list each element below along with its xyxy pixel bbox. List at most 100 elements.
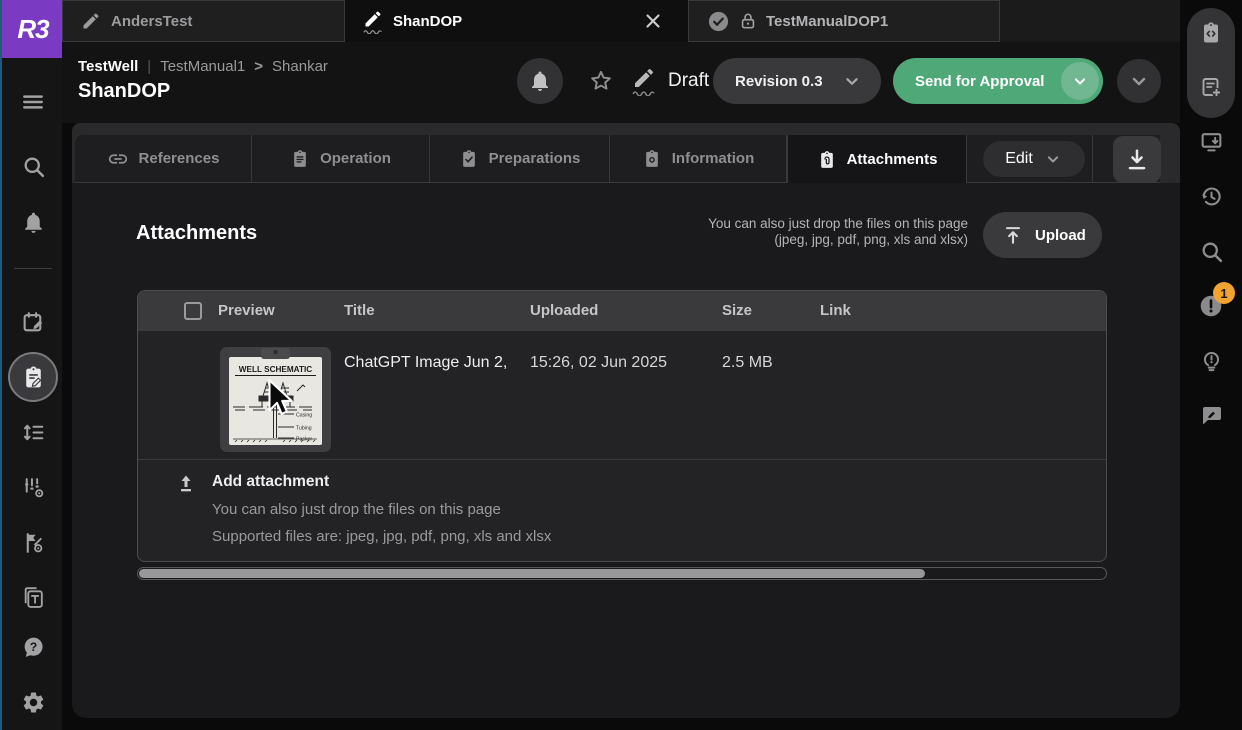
pencil-draft-icon (363, 9, 383, 34)
sidebar-activity-list-button[interactable] (19, 418, 47, 446)
issues-badge: 1 (1213, 282, 1235, 304)
hamburger-icon (20, 89, 46, 115)
code-view-button[interactable] (1187, 13, 1235, 53)
export-button[interactable] (1187, 121, 1235, 161)
form-plus-icon (1199, 75, 1223, 99)
page-title: ShanDOP (78, 80, 170, 103)
add-attachment-title: Add attachment (212, 473, 329, 491)
lock-icon (738, 11, 758, 31)
sidebar-help-button[interactable] (19, 633, 47, 661)
search-icon (21, 154, 46, 179)
close-icon[interactable] (642, 10, 664, 32)
add-attachment-hint2: Supported files are: jpeg, jpg, pdf, png… (212, 528, 551, 545)
sidebar-templates-button[interactable] (19, 583, 47, 611)
left-sidebar: R3 (0, 0, 62, 730)
breadcrumb-separator: | (147, 58, 151, 75)
doc-tab-shandop[interactable]: ShanDOP (345, 0, 690, 42)
clipboard-gear-icon (642, 149, 662, 169)
attachments-table: Preview Title Uploaded Size Link WELL SC… (137, 290, 1107, 562)
upload-label: Upload (1035, 227, 1086, 244)
app-logo[interactable]: R3 (2, 0, 64, 58)
sidebar-parameters-button[interactable] (19, 473, 47, 501)
upload-tray-icon (174, 472, 198, 496)
right-sidebar: 1 (1180, 0, 1242, 730)
scrollbar-thumb[interactable] (139, 569, 925, 578)
thumbnail-label-tubing: Tubing (296, 426, 312, 432)
breadcrumb: TestWell | TestManual1 > Shankar (78, 58, 328, 75)
panel-search-button[interactable] (1187, 231, 1235, 271)
sidebar-notifications-button[interactable] (19, 208, 47, 236)
tab-information[interactable]: Information (610, 135, 787, 183)
col-preview: Preview (218, 291, 275, 331)
help-icon (21, 635, 46, 660)
check-circle-icon (707, 10, 730, 33)
horizontal-scrollbar[interactable] (137, 567, 1107, 580)
breadcrumb-current[interactable]: Shankar (272, 58, 328, 75)
drop-hint-line2: (jpeg, jpg, pdf, png, xls and xlsx) (472, 232, 968, 248)
clipboard-code-icon (1199, 21, 1223, 45)
clipboard-lines-icon (290, 149, 310, 169)
link-icon (107, 148, 129, 170)
chevron-down-icon (841, 70, 863, 92)
drop-hint: You can also just drop the files on this… (472, 216, 968, 248)
chevron-down-icon (1070, 71, 1090, 91)
attachment-thumbnail[interactable]: WELL SCHEMATIC Casing Tubing Packer (219, 346, 332, 453)
breadcrumb-parent[interactable]: TestManual1 (160, 58, 245, 75)
doc-tab-label: AndersTest (111, 13, 192, 30)
app-window: ? R3 Ande (0, 0, 1242, 730)
doc-tab-testmanualdop1[interactable]: TestManualDOP1 (688, 0, 1000, 42)
select-all-checkbox[interactable] (184, 302, 202, 320)
sidebar-settings-button[interactable] (19, 688, 47, 716)
col-link: Link (820, 291, 851, 331)
history-button[interactable] (1187, 176, 1235, 216)
history-icon (1199, 184, 1224, 209)
revision-dropdown[interactable]: Revision 0.3 (713, 58, 881, 104)
doc-tab-label: TestManualDOP1 (766, 13, 888, 30)
chevron-down-icon (1127, 69, 1151, 93)
cell-title[interactable]: ChatGPT Image Jun 2, (344, 354, 520, 372)
sidebar-procedures-button-active[interactable] (8, 352, 58, 402)
approve-dropdown-toggle[interactable] (1061, 62, 1099, 100)
send-for-approval-button[interactable]: Send for Approval (893, 58, 1103, 104)
collapse-header-button[interactable] (1117, 59, 1161, 103)
menu-button[interactable] (19, 88, 47, 116)
col-title: Title (344, 291, 375, 331)
tab-label: References (139, 150, 220, 167)
tab-preparations[interactable]: Preparations (430, 135, 610, 183)
tools-gear-icon (21, 530, 46, 555)
breadcrumb-root[interactable]: TestWell (78, 58, 138, 75)
lightbulb-icon (1199, 348, 1224, 373)
status-label: Draft (668, 70, 709, 92)
gear-icon (21, 690, 46, 715)
thumbnail-label-casing: Casing (296, 413, 312, 419)
document-edit-icon (21, 365, 46, 390)
doc-tab-anderstest[interactable]: AndersTest (62, 0, 345, 42)
attachments-panel: Attachments You can also just drop the f… (72, 183, 1180, 718)
sidebar-planner-button[interactable] (19, 308, 47, 336)
bell-icon (21, 210, 46, 235)
favorite-button[interactable] (588, 68, 614, 94)
tab-attachments[interactable]: Attachments (787, 135, 967, 184)
doc-tab-label: ShanDOP (393, 13, 462, 30)
tab-operation[interactable]: Operation (252, 135, 430, 183)
tab-references[interactable]: References (75, 135, 252, 183)
cell-size: 2.5 MB (722, 354, 773, 372)
download-document-button[interactable] (1113, 136, 1161, 183)
section-tab-strip: References Operation Preparations Inform… (72, 123, 1180, 183)
table-header: Preview Title Uploaded Size Link (138, 291, 1106, 331)
send-for-approval-label: Send for Approval (915, 73, 1044, 90)
edit-label: Edit (1005, 150, 1033, 168)
clipboard-text-icon (21, 585, 46, 610)
notifications-button[interactable] (517, 58, 563, 104)
attachments-heading: Attachments (136, 222, 257, 245)
edit-dropdown-button[interactable]: Edit (983, 141, 1085, 177)
feedback-button[interactable] (1187, 395, 1235, 435)
sidebar-tools-button[interactable] (19, 528, 47, 556)
table-divider (138, 459, 1106, 460)
sidebar-search-button[interactable] (19, 152, 47, 180)
bell-icon (528, 69, 552, 93)
add-form-button[interactable] (1187, 67, 1235, 107)
upload-button[interactable]: Upload (983, 212, 1102, 258)
pencil-draft-icon (632, 66, 656, 96)
suggestions-button[interactable] (1187, 340, 1235, 380)
